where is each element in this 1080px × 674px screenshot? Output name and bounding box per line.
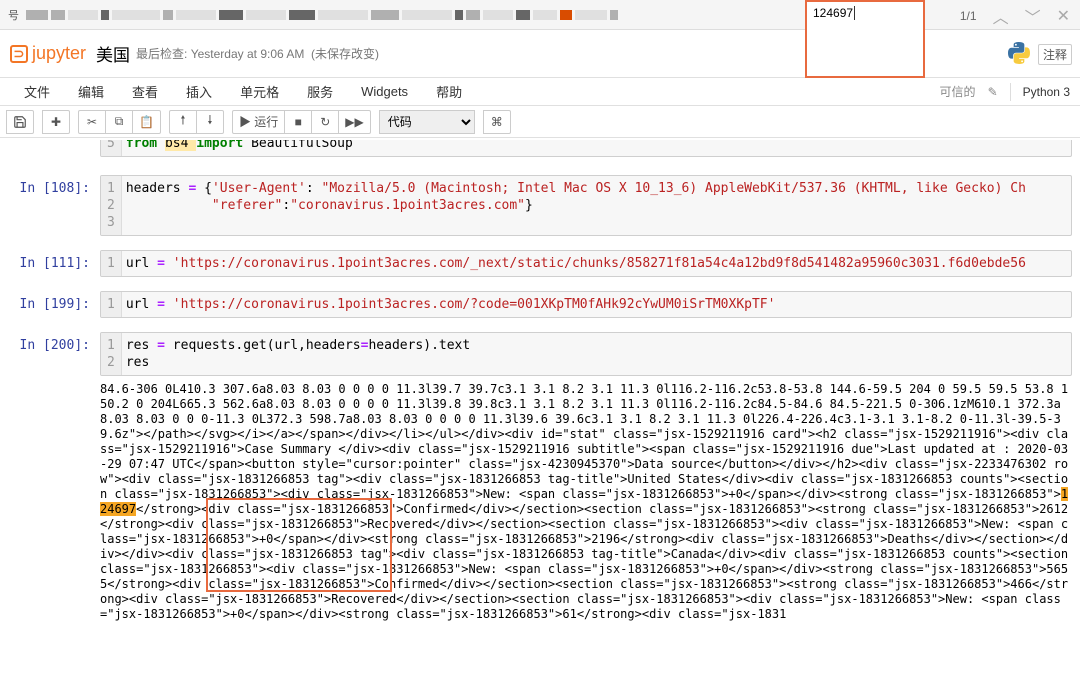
kernel-name[interactable]: Python 3 [1023, 85, 1070, 99]
move-up-button[interactable]: 🠕 [169, 110, 197, 134]
cell-input[interactable]: 123 headers = {'User-Agent': "Mozilla/5.… [100, 175, 1072, 236]
pencil-icon[interactable]: ✎ [988, 85, 998, 99]
menu-widgets[interactable]: Widgets [347, 80, 422, 103]
browser-tabs: 号 124697 1/1 ︿ ﹀ ✕ [0, 0, 1080, 30]
code-cell[interactable]: 5 from bs4 import BeautifulSoup [0, 140, 1080, 157]
find-next-icon[interactable]: ﹀ [1025, 4, 1041, 28]
tab-rect[interactable] [455, 10, 463, 20]
find-input[interactable]: 124697 [805, 0, 925, 78]
find-value: 124697 [813, 6, 853, 20]
tab-rect[interactable] [163, 10, 173, 20]
tab-rect[interactable] [483, 10, 513, 20]
tab-rect[interactable] [466, 10, 480, 20]
cell-input[interactable]: 1 url = 'https://coronavirus.1point3acre… [100, 250, 1072, 277]
find-close-icon[interactable]: ✕ [1057, 6, 1070, 26]
menubar: 文件 编辑 查看 插入 单元格 服务 Widgets 帮助 可信的 ✎ Pyth… [0, 78, 1080, 106]
cell-prompt: In [108]: [0, 175, 100, 236]
cut-button[interactable]: ✂ [78, 110, 106, 134]
move-down-button[interactable]: 🠗 [196, 110, 224, 134]
comment-button[interactable]: 注释 [1038, 44, 1072, 65]
tab-rect[interactable] [575, 10, 607, 20]
tab-rect[interactable] [176, 10, 216, 20]
cell-prompt: In [199]: [0, 291, 100, 318]
notebook-cells: 5 from bs4 import BeautifulSoup In [108]… [0, 140, 1080, 674]
copy-button[interactable]: ⧉ [105, 110, 133, 134]
restart-button[interactable]: ↻ [311, 110, 339, 134]
paste-button[interactable]: 📋 [132, 110, 161, 134]
jupyter-text: jupyter [32, 43, 86, 64]
cell-input[interactable]: 5 from bs4 import BeautifulSoup [100, 140, 1072, 157]
tab-rect[interactable] [318, 10, 368, 20]
add-cell-button[interactable]: ✚ [42, 110, 70, 134]
interrupt-button[interactable]: ■ [284, 110, 312, 134]
cell-prompt: In [111]: [0, 250, 100, 277]
tab-rect[interactable] [560, 10, 572, 20]
menu-edit[interactable]: 编辑 [64, 78, 118, 105]
code-cell[interactable]: In [199]: 1 url = 'https://coronavirus.1… [0, 291, 1080, 318]
tab-rect[interactable] [51, 10, 65, 20]
cell-output: 84.6-306 0L410.3 307.6a8.03 8.03 0 0 0 0… [100, 378, 1080, 626]
tab-rect[interactable] [219, 10, 243, 20]
menu-insert[interactable]: 插入 [172, 78, 226, 105]
tab-rect[interactable] [112, 10, 160, 20]
cell-type-select[interactable]: 代码 [379, 110, 475, 134]
toolbar: ✚ ✂ ⧉ 📋 🠕 🠗 ▶ 运行 ■ ↻ ▶▶ 代码 ⌘ [0, 106, 1080, 138]
notebook-name[interactable]: 美国 [96, 41, 130, 66]
find-prev-icon[interactable]: ︿ [993, 4, 1009, 28]
tab-rect[interactable] [246, 10, 286, 20]
separator [1010, 83, 1011, 101]
tab-rect[interactable] [402, 10, 452, 20]
tab-rect[interactable] [610, 10, 618, 20]
find-count: 1/1 [960, 9, 977, 23]
restart-run-all-button[interactable]: ▶▶ [338, 110, 370, 134]
menu-file[interactable]: 文件 [10, 78, 64, 105]
notebook-checkpoint: 最后检查: Yesterday at 9:06 AM (未保存改变) [136, 45, 379, 62]
code-cell[interactable]: In [200]: 12 res = requests.get(url,head… [0, 332, 1080, 376]
run-button[interactable]: ▶ 运行 [232, 110, 285, 134]
tab-rect[interactable] [289, 10, 315, 20]
cell-prompt [0, 140, 100, 157]
menu-help[interactable]: 帮助 [422, 78, 476, 105]
cell-input[interactable]: 12 res = requests.get(url,headers=header… [100, 332, 1072, 376]
tab-rect[interactable] [533, 10, 557, 20]
menu-kernel[interactable]: 服务 [293, 78, 347, 105]
menu-view[interactable]: 查看 [118, 78, 172, 105]
tab-rect[interactable] [516, 10, 530, 20]
code-cell[interactable]: In [108]: 123 headers = {'User-Agent': "… [0, 175, 1080, 236]
trusted-indicator[interactable]: 可信的 [940, 83, 976, 100]
jupyter-logo[interactable]: ⊃ jupyter [10, 43, 86, 64]
tab-rect[interactable] [26, 10, 48, 20]
command-palette-button[interactable]: ⌘ [483, 110, 511, 134]
tab-rect[interactable] [371, 10, 399, 20]
tab-rect[interactable] [101, 10, 109, 20]
tab-rect[interactable] [68, 10, 98, 20]
cell-prompt: In [200]: [0, 332, 100, 376]
menu-cell[interactable]: 单元格 [226, 78, 293, 105]
python-logo-icon [1008, 42, 1030, 64]
find-controls: 1/1 ︿ ﹀ ✕ [960, 4, 1070, 28]
code-cell[interactable]: In [111]: 1 url = 'https://coronavirus.1… [0, 250, 1080, 277]
jupyter-icon: ⊃ [10, 45, 28, 63]
tab-label: 号 [8, 7, 19, 23]
cell-input[interactable]: 1 url = 'https://coronavirus.1point3acre… [100, 291, 1072, 318]
save-button[interactable] [6, 110, 34, 134]
